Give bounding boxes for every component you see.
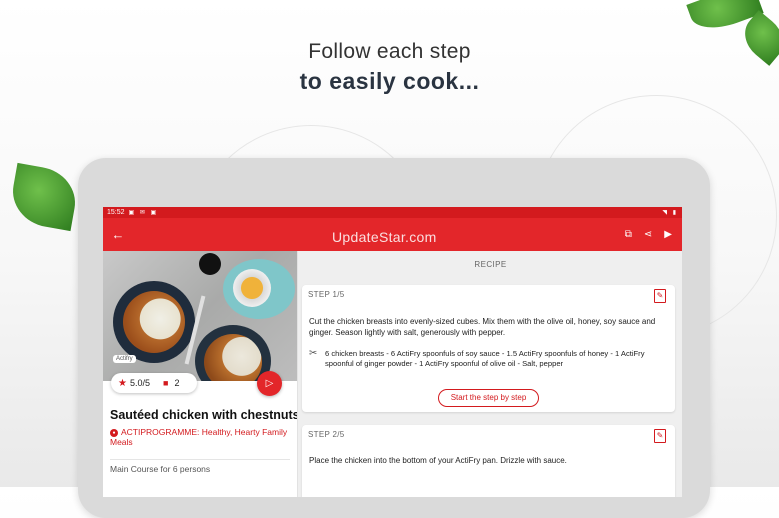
steps-panel: RECIPE STEP 1/5 ✎ Cut the chicken breast… <box>297 251 682 497</box>
recipe-summary-panel: Actifry ★ 5.0/5 ■ 2 ▷ Sautéed chicken wi… <box>103 251 300 497</box>
watermark-text: UpdateStar.com <box>332 229 437 245</box>
headline-line-2: to easily cook... <box>299 68 480 94</box>
ingredients-text: 6 chicken breasts - 6 ActiFry spoonfuls … <box>325 349 645 368</box>
arrow-back-icon[interactable]: ← <box>103 227 133 242</box>
comment-count: 2 <box>174 378 180 388</box>
system-icons: ◥ ▮ <box>662 210 678 216</box>
video-play-button[interactable]: ▷ <box>257 371 282 396</box>
app-bar: ← UpdateStar.com ⧉ ⋖ ▶ <box>103 218 682 251</box>
actifry-tag: Actifry <box>113 355 136 363</box>
step-ingredients: ✂ 6 chicken breasts - 6 ActiFry spoonful… <box>309 349 669 369</box>
actiprogramme-link[interactable]: ● ACTIPROGRAMME: Healthy, Hearty Family M… <box>110 427 294 447</box>
soy-sauce-bowl <box>199 253 221 275</box>
recipe-title: Sautéed chicken with chestnuts <box>110 408 300 422</box>
programme-icon: ● <box>110 428 118 437</box>
edit-note-icon[interactable]: ✎ <box>654 429 666 443</box>
comment-icon: ■ <box>163 378 169 388</box>
notification-icons: ▣ ✉ ▣ <box>128 210 159 216</box>
share-icon[interactable]: ⋖ <box>644 229 652 240</box>
recipe-photo: Actifry <box>103 251 297 381</box>
step-card: STEP 2/5 ✎ Place the chicken into the bo… <box>302 425 675 497</box>
food-bowl-2 <box>195 325 271 381</box>
edit-note-icon[interactable]: ✎ <box>654 289 666 303</box>
step-label: STEP 2/5 <box>308 430 345 439</box>
step-instructions: Place the chicken into the bottom of you… <box>309 456 567 465</box>
rating-value: 5.0/5 <box>129 378 150 388</box>
step-card: STEP 1/5 ✎ Cut the chicken breasts into … <box>302 285 675 412</box>
basil-leaf-left <box>7 162 81 232</box>
status-bar: 15:52 ▣ ✉ ▣ ◥ ▮ <box>103 207 682 218</box>
food-bowl-1 <box>113 281 195 363</box>
rating-pill[interactable]: ★ 5.0/5 ■ 2 <box>111 373 197 393</box>
status-time: 15:52 <box>107 209 125 216</box>
recipe-meta: Main Course for 6 persons <box>110 464 211 474</box>
ingredients-icon: ✂ <box>309 348 318 359</box>
honey-bowl <box>233 269 271 307</box>
recipe-section-label: RECIPE <box>474 260 507 269</box>
app-screen: 15:52 ▣ ✉ ▣ ◥ ▮ ← UpdateStar.com ⧉ ⋖ ▶ A… <box>103 207 682 497</box>
headline-line-1: Follow each step <box>308 40 471 63</box>
app-bar-actions: ⧉ ⋖ ▶ <box>625 229 682 240</box>
play-icon[interactable]: ▶ <box>664 229 672 240</box>
step-instructions: Cut the chicken breasts into evenly-size… <box>309 317 656 337</box>
start-step-by-step-button[interactable]: Start the step by step <box>438 389 539 407</box>
star-icon: ★ <box>118 377 127 389</box>
programme-label: ACTIPROGRAMME: Healthy, Hearty Family Me… <box>110 427 288 447</box>
divider <box>110 459 290 460</box>
headline: Follow each step to easily cook... <box>0 40 779 95</box>
cast-icon[interactable]: ⧉ <box>625 229 632 240</box>
step-label: STEP 1/5 <box>308 290 345 299</box>
